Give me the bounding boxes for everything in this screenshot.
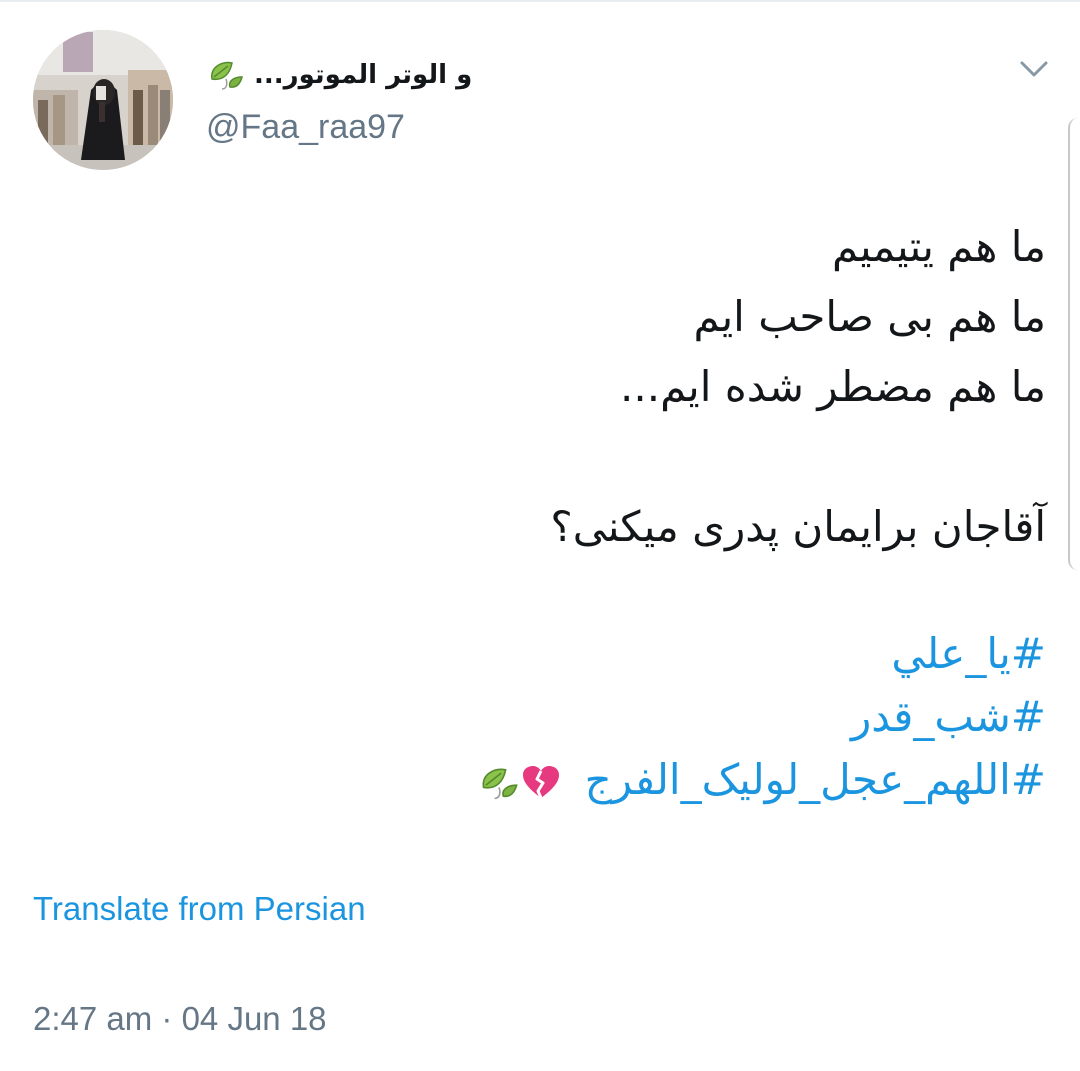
hashtag-row: #اللهم_عجل_لولیک_الفرج [46, 748, 1046, 811]
tweet-text: ما هم یتیمیم ما هم بی صاحب ایم ما هم مضط… [46, 212, 1046, 562]
tweet-timestamp[interactable]: 2:47 am · 04 Jun 18 [33, 1000, 327, 1038]
avatar[interactable] [33, 30, 173, 170]
tweet-line: ما هم یتیمیم [831, 222, 1046, 271]
tweet-line: ما هم بی صاحب ایم [693, 292, 1046, 341]
translate-link[interactable]: Translate from Persian [33, 890, 366, 928]
tweet-line: ما هم مضطر شده ایم... [620, 362, 1046, 411]
author-handle[interactable]: @Faa_raa97 [206, 108, 405, 147]
leaf-icon [206, 57, 246, 93]
avatar-photo [33, 30, 173, 170]
hashtag-link[interactable]: #شب_قدر [46, 685, 1046, 748]
chevron-down-icon[interactable] [1014, 54, 1054, 84]
display-name[interactable]: و الوتر الموتور... [254, 60, 472, 90]
trailing-emojis [477, 763, 561, 803]
tweet-question: آقاجان برایمان پدری میکنی؟ [550, 502, 1046, 551]
author-name-row[interactable]: و الوتر الموتور... [206, 50, 472, 100]
hashtag-link[interactable]: #یا_علي [46, 622, 1046, 685]
leaf-icon [482, 768, 518, 799]
top-divider [0, 0, 1080, 2]
hashtag-list: #یا_علي #شب_قدر #اللهم_عجل_لولیک_الفرج [46, 622, 1046, 811]
hashtag-link[interactable]: #اللهم_عجل_لولیک_الفرج [585, 755, 1046, 804]
scrollbar[interactable] [1068, 118, 1080, 570]
broken-heart-icon [523, 765, 560, 799]
